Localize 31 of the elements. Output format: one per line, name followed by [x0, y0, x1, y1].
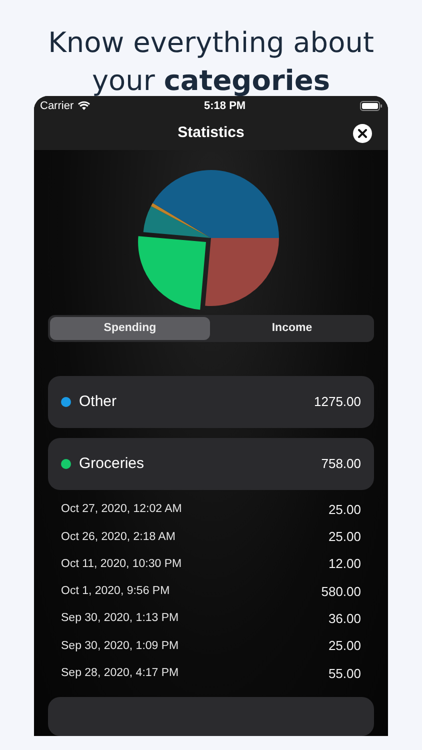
category-card[interactable]: Other 1275.00: [48, 376, 374, 428]
status-time: 5:18 PM: [204, 100, 246, 112]
category-name: Other: [79, 393, 118, 410]
close-icon: [358, 128, 367, 138]
battery-icon: [360, 100, 382, 111]
screen-title: Statistics: [178, 124, 244, 142]
category-name: Groceries: [79, 455, 146, 472]
transaction-date: Sep 28, 2020, 4:17 PM: [61, 667, 179, 680]
transaction-date: Oct 1, 2020, 9:56 PM: [61, 585, 170, 598]
headline: your categories: [92, 63, 330, 99]
close-button[interactable]: [353, 124, 372, 143]
category-card[interactable]: Groceries 758.00: [48, 438, 374, 490]
transaction-amount: 12.00: [328, 556, 361, 572]
wifi-icon: [78, 101, 90, 110]
transaction-amount: 36.00: [328, 610, 361, 626]
transaction-date: Sep 30, 2020, 1:13 PM: [61, 612, 179, 624]
headline: Know everything about: [48, 25, 374, 61]
segment-tab[interactable]: Spending: [50, 317, 210, 340]
category-amount: 1275.00: [314, 394, 361, 410]
category-amount: 758.00: [321, 456, 361, 472]
transaction-date: Oct 26, 2020, 2:18 AM: [61, 530, 176, 543]
segment-tab[interactable]: Income: [212, 317, 372, 340]
transaction-date: Oct 27, 2020, 12:02 AM: [61, 503, 182, 516]
transaction-amount: 25.00: [328, 502, 361, 517]
transaction-amount: 25.00: [328, 638, 361, 654]
carrier-label: Carrier: [40, 100, 74, 112]
transaction-amount: 25.00: [328, 529, 361, 544]
transaction-amount: 580.00: [321, 584, 361, 599]
transaction-date: Oct 11, 2020, 10:30 PM: [61, 558, 182, 570]
transaction-date: Sep 30, 2020, 1:09 PM: [61, 640, 179, 652]
transaction-amount: 55.00: [328, 666, 361, 681]
